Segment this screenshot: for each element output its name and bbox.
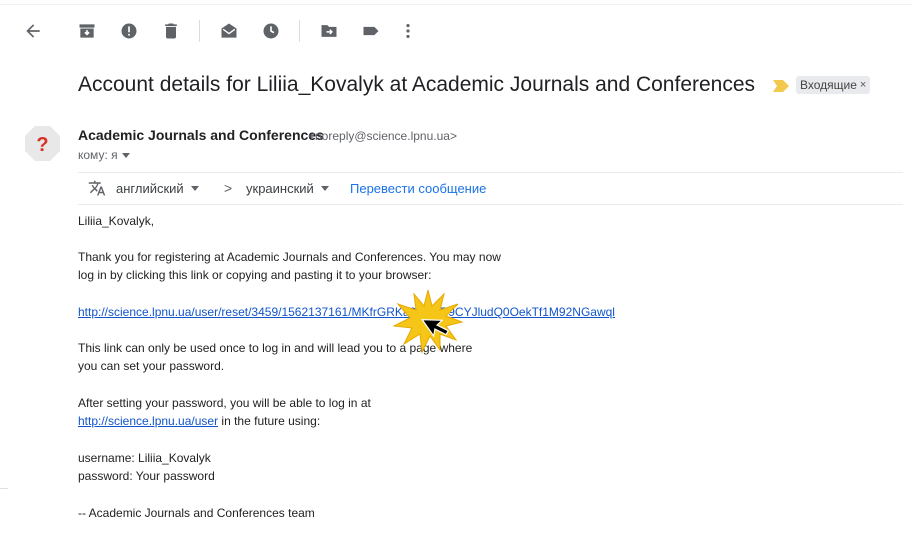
sender-avatar: ? [25, 126, 60, 161]
importance-marker-icon[interactable] [773, 80, 789, 92]
target-language-label: украинский [246, 181, 314, 196]
chevron-down-icon [121, 152, 130, 158]
password-reset-link[interactable]: http://science.lpnu.ua/user/reset/3459/1… [78, 305, 615, 319]
translate-bar: английский > украинский Перевести сообще… [78, 172, 903, 205]
avatar-glyph: ? [36, 134, 48, 156]
delete-icon[interactable] [160, 20, 182, 42]
password-line: password: Your password [78, 469, 215, 483]
body-text-line: Thank you for registering at Academic Jo… [78, 250, 501, 264]
body-text-line: you can set your password. [78, 359, 225, 373]
click-burst-cursor-icon [392, 289, 464, 354]
username-line: username: Liliia_Kovalyk [78, 451, 211, 465]
body-text-line: After setting your password, you will be… [78, 396, 371, 410]
chevron-down-icon [320, 186, 329, 191]
sender-name[interactable]: Academic Journals and Conferences [78, 127, 324, 143]
body-text-line: log in by clicking this link or copying … [78, 268, 432, 282]
archive-icon[interactable] [76, 20, 98, 42]
more-vert-icon[interactable] [397, 20, 419, 42]
left-edge-mark [0, 488, 8, 489]
translate-icon [88, 180, 106, 196]
chevron-down-icon [190, 186, 199, 191]
move-to-icon[interactable] [318, 20, 340, 42]
body-text-line: http://science.lpnu.ua/user in the futur… [78, 412, 320, 430]
inbox-label-chip: Входящие × [796, 76, 871, 94]
recipient-line: кому: я [78, 148, 118, 162]
source-language-label: английский [116, 181, 184, 196]
mark-unread-icon[interactable] [218, 20, 240, 42]
translate-message-link[interactable]: Перевести сообщение [350, 181, 486, 196]
remove-label-icon[interactable]: × [860, 79, 866, 91]
sender-email: <noreply@science.lpnu.ua> [308, 129, 457, 143]
report-spam-icon[interactable] [118, 20, 140, 42]
inbox-label-text: Входящие [800, 78, 857, 92]
email-subject: Account details for Liliia_Kovalyk at Ac… [78, 73, 756, 96]
toolbar-divider [299, 20, 300, 42]
message-toolbar [0, 0, 913, 60]
subject-row: Account details for Liliia_Kovalyk at Ac… [78, 73, 908, 99]
source-language-select[interactable]: английский [116, 181, 199, 196]
target-language-select[interactable]: украинский [246, 181, 329, 196]
chevron-right-icon: > [224, 180, 233, 196]
back-arrow-icon[interactable] [22, 20, 44, 42]
signature: -- Academic Journals and Conferences tea… [78, 506, 315, 520]
greeting: Liliia_Kovalyk, [78, 214, 155, 228]
toolbar-divider [199, 20, 200, 42]
snooze-icon[interactable] [260, 20, 282, 42]
label-icon[interactable] [360, 20, 382, 42]
recipient-details-toggle[interactable]: кому: я [78, 148, 130, 162]
body-text-fragment: in the future using: [218, 414, 321, 428]
user-login-link[interactable]: http://science.lpnu.ua/user [78, 414, 218, 428]
